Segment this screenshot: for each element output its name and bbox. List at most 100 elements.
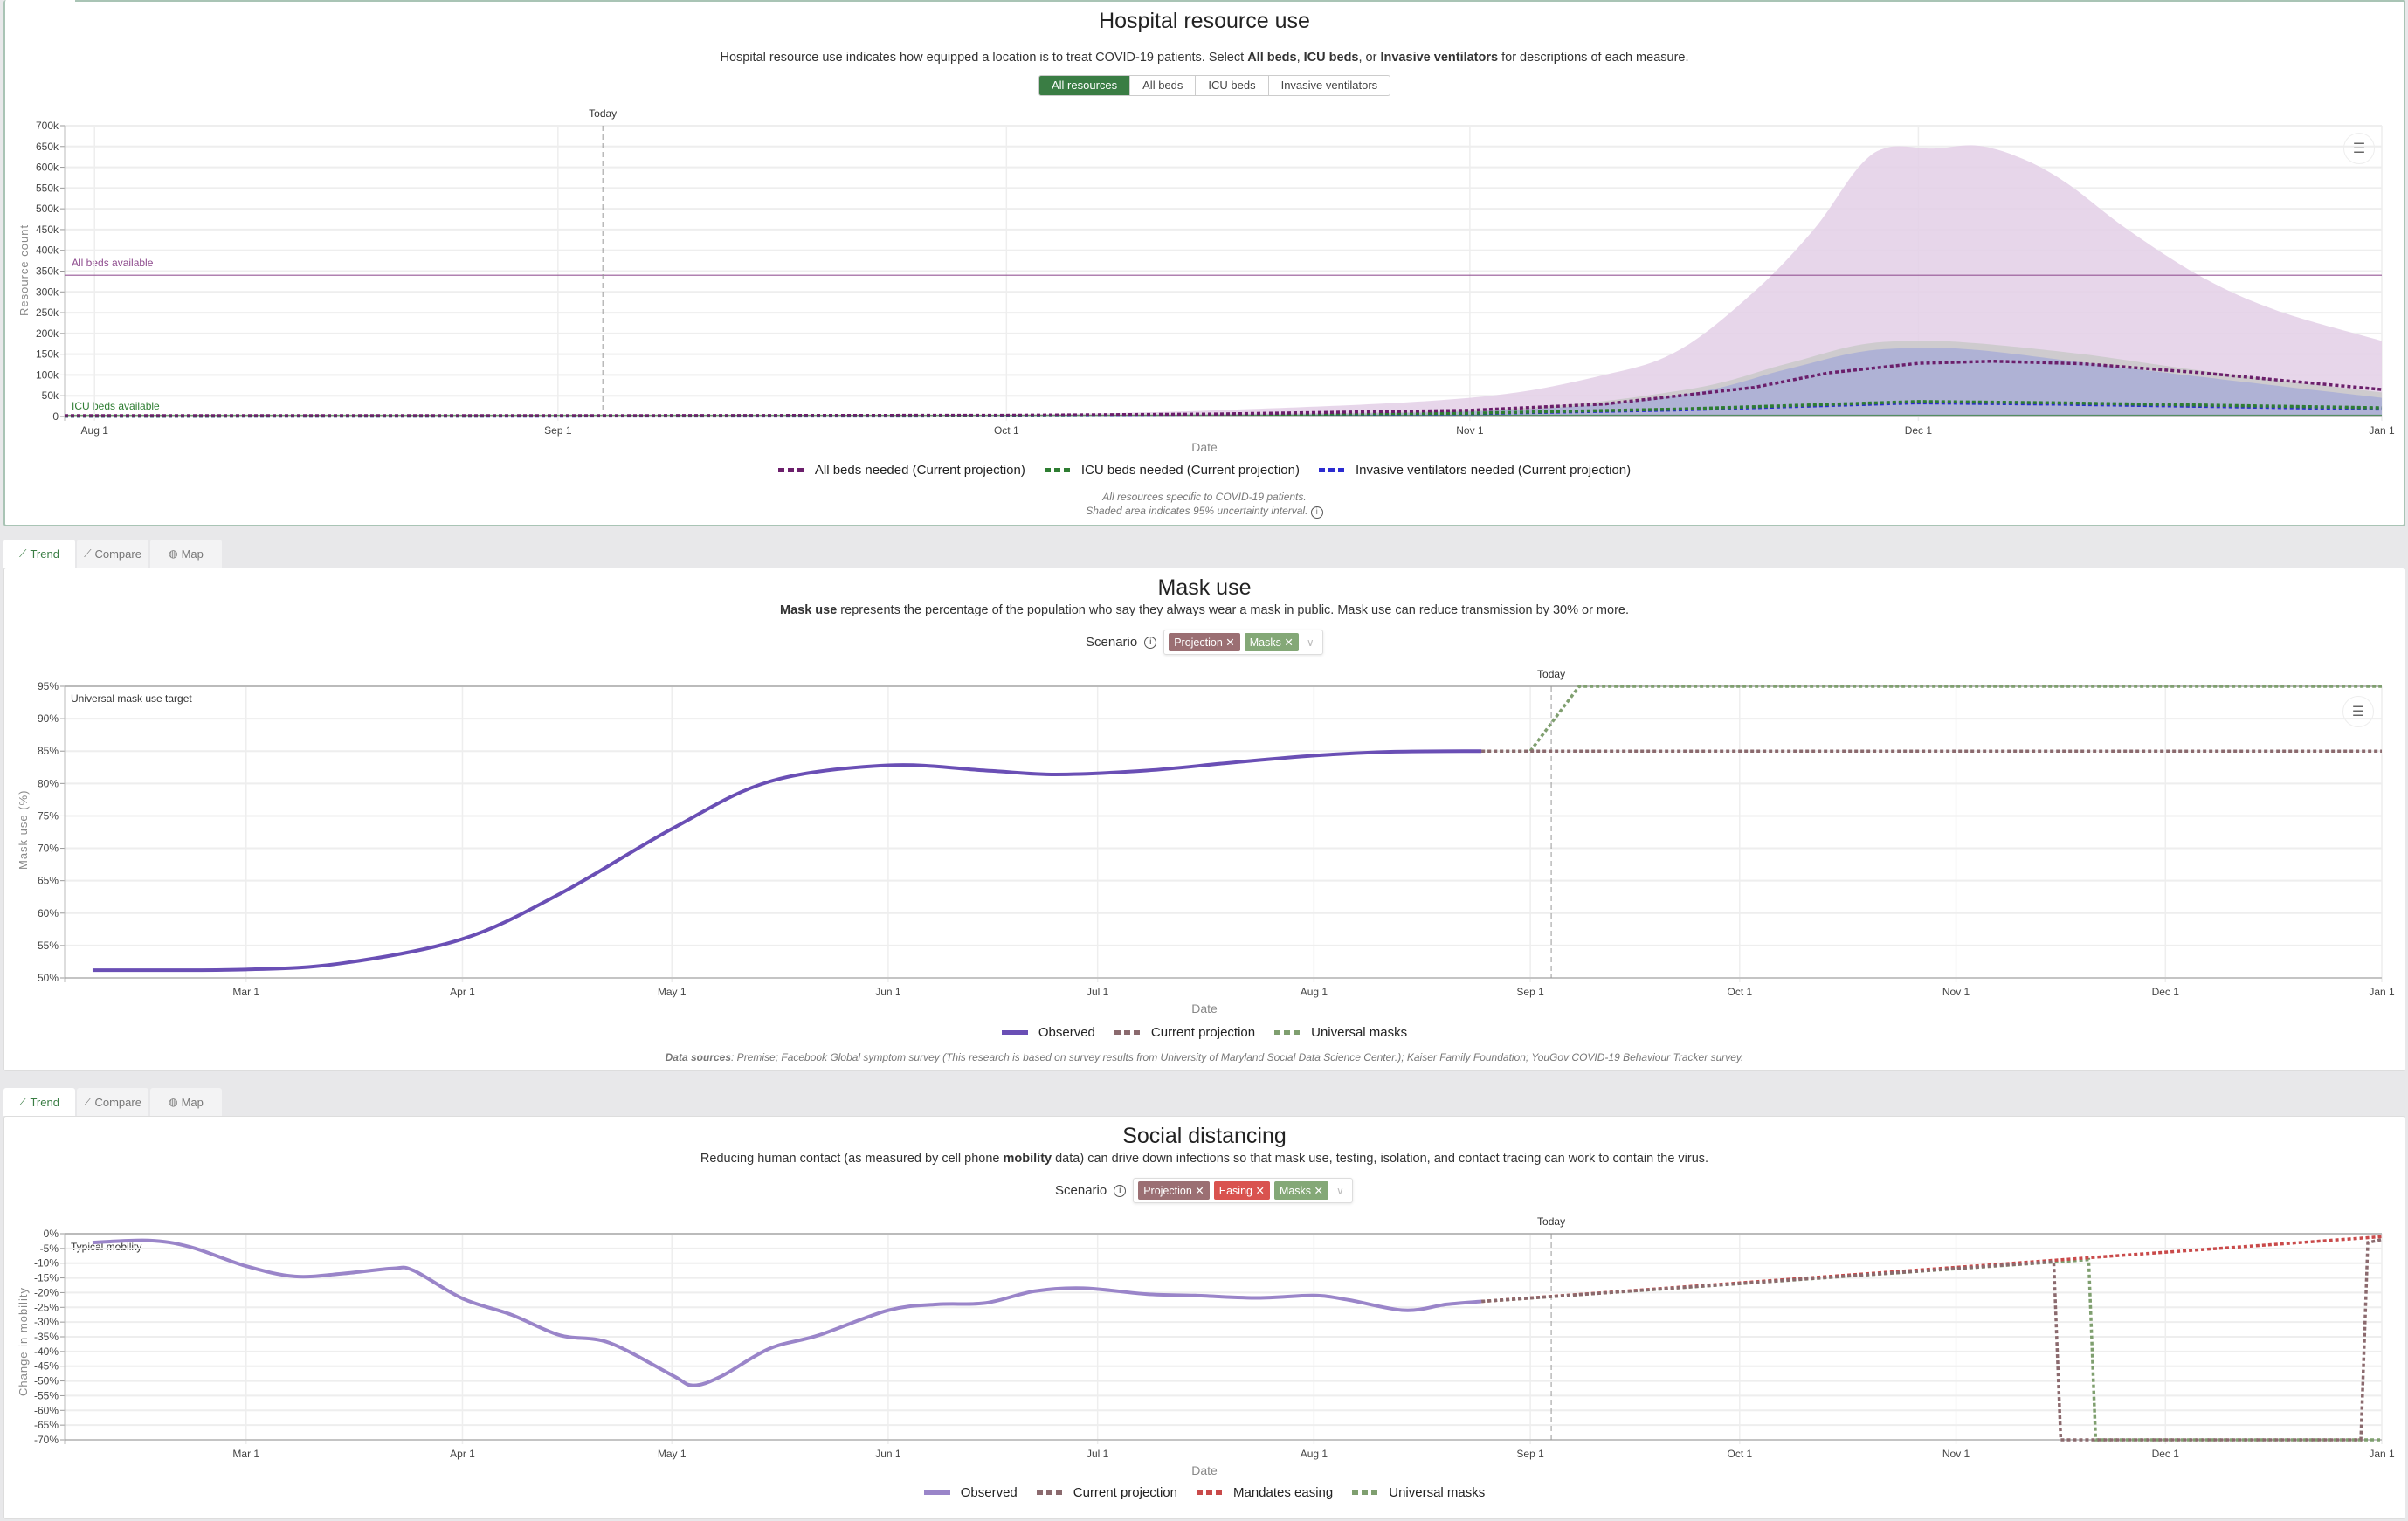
scenario-chip-projection[interactable]: Projection ✕ xyxy=(1138,1181,1210,1200)
legend-item[interactable]: Universal masks xyxy=(1352,1485,1485,1500)
y-tick-label: 150k xyxy=(36,348,59,361)
x-tick-label: Oct 1 xyxy=(1727,1448,1752,1460)
chevron-down-icon[interactable]: ∨ xyxy=(1303,637,1318,649)
x-tick-label: Jul 1 xyxy=(1087,1448,1109,1460)
info-icon[interactable]: i xyxy=(1144,636,1157,649)
legend-label: All beds needed (Current projection) xyxy=(814,463,1025,478)
resource-button-icu-beds[interactable]: ICU beds xyxy=(1196,76,1269,95)
y-tick-label: 300k xyxy=(36,286,59,298)
y-tick-label: 550k xyxy=(36,182,59,194)
chip-label: Projection xyxy=(1174,637,1223,649)
tab-trend[interactable]: ⟋ Trend xyxy=(3,1088,75,1116)
legend-label: Universal masks xyxy=(1389,1485,1486,1500)
y-tick-label: -50% xyxy=(34,1375,59,1387)
y-tick-label: -35% xyxy=(34,1331,59,1343)
x-tick-label: Dec 1 xyxy=(2152,986,2180,998)
chart-legend: Observed Current projection Mandates easin… xyxy=(4,1485,2405,1500)
legend-item[interactable]: Universal masks xyxy=(1274,1025,1407,1040)
y-tick-label: 50k xyxy=(42,389,59,402)
tab-map[interactable]: ◍ Map xyxy=(150,540,222,568)
y-tick-label: -55% xyxy=(34,1389,59,1401)
tab-label: Trend xyxy=(30,1095,59,1109)
legend-swatch xyxy=(1197,1490,1223,1495)
scenario-chip-easing[interactable]: Easing ✕ xyxy=(1213,1181,1270,1200)
hospital-title: Hospital resource use xyxy=(1099,9,1310,33)
close-icon[interactable]: ✕ xyxy=(1281,637,1293,649)
y-tick-label: 650k xyxy=(36,141,59,153)
close-icon[interactable]: ✕ xyxy=(1223,637,1234,649)
tab-compare[interactable]: ⟋ Compare xyxy=(77,540,148,568)
y-tick-label: 90% xyxy=(38,712,59,725)
close-icon[interactable]: ✕ xyxy=(1192,1185,1204,1197)
y-tick-label: -45% xyxy=(34,1360,59,1373)
tab-trend[interactable]: ⟋ Trend xyxy=(3,540,75,568)
resource-button-all-beds[interactable]: All beds xyxy=(1130,76,1197,95)
y-tick-label: -30% xyxy=(34,1316,59,1328)
tab-label: Compare xyxy=(94,547,141,561)
x-tick-label: Jul 1 xyxy=(1087,986,1109,998)
info-icon[interactable]: i xyxy=(1310,506,1323,519)
x-tick-label: Jan 1 xyxy=(2369,424,2395,437)
x-tick-label: Nov 1 xyxy=(1942,986,1970,998)
tab-map[interactable]: ◍ Map xyxy=(150,1088,222,1116)
y-tick-label: 80% xyxy=(38,777,59,789)
today-label: Today xyxy=(1537,1215,1565,1228)
text-segment: Mask use xyxy=(779,603,838,617)
mask-subtitle: Mask use represents the percentage of th… xyxy=(4,603,2405,617)
chart-legend: All beds needed (Current projection) ICU … xyxy=(5,463,2404,478)
resource-button-invasive-ventilators[interactable]: Invasive ventilators xyxy=(1269,76,1390,95)
text-segment: , or xyxy=(1358,51,1381,65)
scenario-chip-masks[interactable]: Masks ✕ xyxy=(1244,633,1299,651)
y-tick-label: -25% xyxy=(34,1301,59,1313)
mask-title: Mask use xyxy=(1157,575,1252,600)
x-tick-label: Sep 1 xyxy=(1516,986,1544,998)
text-segment: Invasive ventilators xyxy=(1380,51,1499,65)
legend-label: Observed xyxy=(1038,1025,1095,1040)
note-uncertainty: Shaded area indicates 95% uncertainty in… xyxy=(5,505,2404,519)
close-icon[interactable]: ✕ xyxy=(1252,1185,1264,1197)
x-tick-label: Jan 1 xyxy=(2369,1448,2395,1460)
legend-swatch xyxy=(923,1490,950,1495)
info-icon[interactable]: i xyxy=(1114,1184,1127,1197)
scenario-chip-masks[interactable]: Masks ✕ xyxy=(1273,1181,1329,1200)
social-view-tabs: ⟋ Trend ⟋ Compare ◍ Map xyxy=(3,1088,222,1116)
legend-swatch xyxy=(1036,1490,1063,1495)
scenario-multiselect[interactable]: Projection ✕ Easing ✕ Masks ✕ ∨ xyxy=(1133,1178,1353,1203)
legend-item[interactable]: ICU beds needed (Current projection) xyxy=(1044,463,1300,478)
text-segment: Hospital resource use indicates how equi… xyxy=(720,51,1248,65)
legend-label: Current projection xyxy=(1150,1025,1256,1040)
x-tick-label: Aug 1 xyxy=(81,424,109,437)
legend-item[interactable]: Invasive ventilators needed (Current pro… xyxy=(1318,463,1632,478)
x-tick-label: Aug 1 xyxy=(1301,986,1328,998)
y-tick-label: 450k xyxy=(36,224,59,236)
chevron-down-icon[interactable]: ∨ xyxy=(1333,1185,1348,1197)
legend-item[interactable]: Mandates easing xyxy=(1197,1485,1333,1500)
legend-item[interactable]: Observed xyxy=(1001,1025,1095,1040)
x-tick-label: Dec 1 xyxy=(2152,1448,2180,1460)
scenario-multiselect[interactable]: Projection ✕ Masks ✕ ∨ xyxy=(1163,630,1323,655)
y-tick-label: -60% xyxy=(34,1404,59,1416)
text-segment: , xyxy=(1296,51,1304,65)
y-tick-label: 700k xyxy=(36,120,59,132)
resource-button-all-resources[interactable]: All resources xyxy=(1039,76,1131,95)
y-tick-label: 350k xyxy=(36,265,59,278)
globe-icon: ◍ xyxy=(169,1096,178,1108)
scenario-chip-projection[interactable]: Projection ✕ xyxy=(1169,633,1240,651)
legend-label: Invasive ventilators needed (Current pro… xyxy=(1355,463,1632,478)
chip-label: Easing xyxy=(1218,1185,1252,1197)
legend-item[interactable]: All beds needed (Current projection) xyxy=(777,463,1025,478)
x-tick-label: Oct 1 xyxy=(994,424,1019,437)
y-tick-label: 95% xyxy=(38,680,59,692)
chip-label: Masks xyxy=(1279,1185,1312,1197)
tab-compare[interactable]: ⟋ Compare xyxy=(77,1088,148,1116)
close-icon[interactable]: ✕ xyxy=(1311,1185,1323,1197)
y-tick-label: 85% xyxy=(38,745,59,757)
legend-item[interactable]: Observed xyxy=(923,1485,1018,1500)
legend-item[interactable]: Current projection xyxy=(1036,1485,1177,1500)
series-line-universal-masks xyxy=(1481,1257,2382,1442)
y-tick-label: 100k xyxy=(36,368,59,381)
x-tick-label: Jun 1 xyxy=(875,986,901,998)
y-tick-label: 70% xyxy=(38,843,59,855)
legend-item[interactable]: Current projection xyxy=(1114,1025,1255,1040)
y-tick-label: -15% xyxy=(34,1272,59,1284)
